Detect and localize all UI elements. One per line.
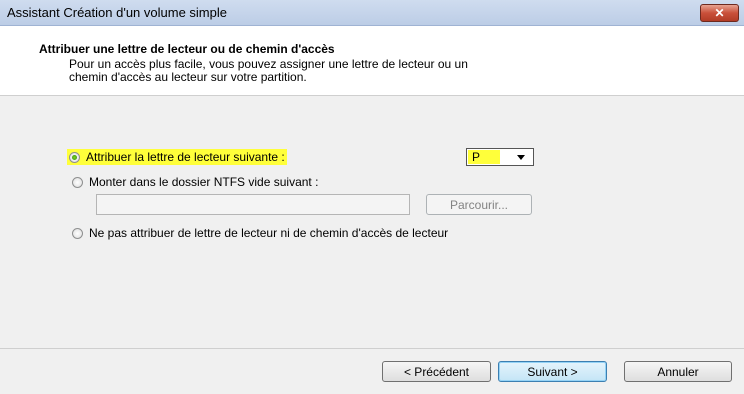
back-button-label: < Précédent bbox=[403, 364, 470, 379]
next-button-label: Suivant > bbox=[527, 364, 578, 379]
folder-path-input[interactable] bbox=[96, 194, 410, 215]
title-bar: Assistant Création d'un volume simple ✕ bbox=[0, 0, 744, 26]
drive-letter-dropdown[interactable]: P bbox=[466, 148, 534, 166]
page-subtitle: Pour un accès plus facile, vous pouvez a… bbox=[69, 58, 629, 84]
browse-button[interactable]: Parcourir... bbox=[426, 194, 532, 215]
back-button[interactable]: < Précédent bbox=[382, 361, 491, 382]
no-assign-radio[interactable] bbox=[72, 227, 83, 239]
subtitle-line-2: chemin d'accès au lecteur sur votre part… bbox=[69, 70, 307, 84]
cancel-button[interactable]: Annuler bbox=[624, 361, 732, 382]
close-button[interactable]: ✕ bbox=[700, 4, 739, 22]
drive-letter-value: P bbox=[468, 150, 500, 164]
chevron-down-icon bbox=[517, 155, 525, 160]
no-assign-label: Ne pas attribuer de lettre de lecteur ni… bbox=[89, 226, 449, 240]
wizard-footer: < Précédent Suivant > Annuler bbox=[0, 349, 744, 394]
assign-letter-label: Attribuer la lettre de lecteur suivante … bbox=[86, 150, 285, 164]
cancel-button-label: Annuler bbox=[657, 364, 699, 379]
assign-letter-option[interactable]: Attribuer la lettre de lecteur suivante … bbox=[67, 149, 287, 165]
mount-folder-label: Monter dans le dossier NTFS vide suivant… bbox=[89, 175, 319, 189]
no-assign-option[interactable]: Ne pas attribuer de lettre de lecteur ni… bbox=[72, 226, 448, 240]
mount-folder-option[interactable]: Monter dans le dossier NTFS vide suivant… bbox=[72, 175, 318, 189]
page-title: Attribuer une lettre de lecteur ou de ch… bbox=[39, 42, 335, 56]
wizard-header: Attribuer une lettre de lecteur ou de ch… bbox=[0, 26, 744, 95]
window-title: Assistant Création d'un volume simple bbox=[7, 5, 227, 20]
close-icon: ✕ bbox=[714, 6, 725, 20]
browse-button-label: Parcourir... bbox=[449, 197, 509, 212]
next-button[interactable]: Suivant > bbox=[498, 361, 607, 382]
mount-folder-radio[interactable] bbox=[72, 176, 83, 188]
assign-letter-radio[interactable] bbox=[69, 151, 80, 163]
wizard-body: Attribuer la lettre de lecteur suivante … bbox=[0, 96, 744, 348]
